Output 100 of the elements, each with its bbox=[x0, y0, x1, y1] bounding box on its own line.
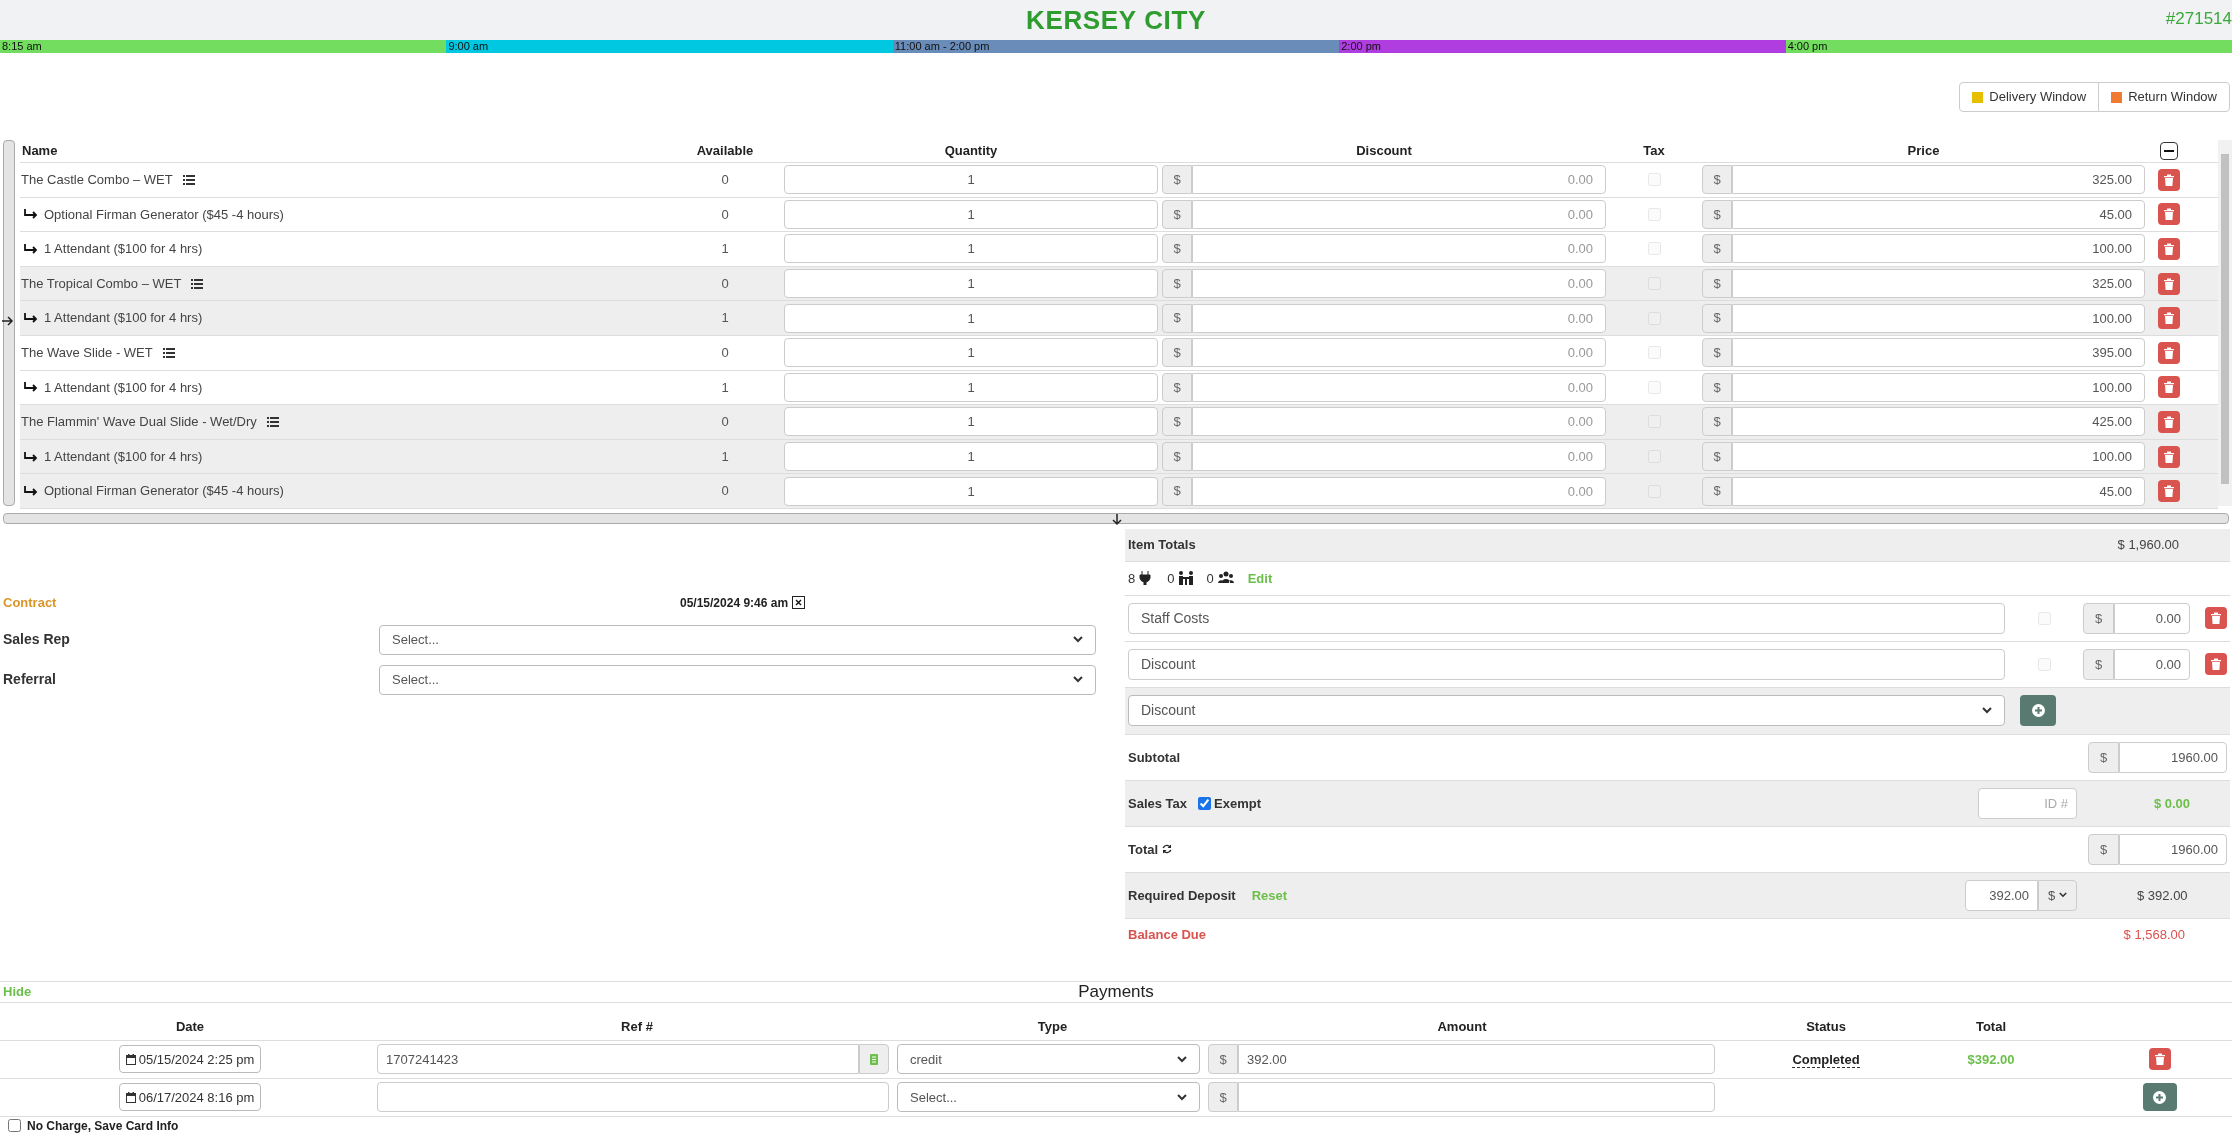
list-icon bbox=[162, 347, 175, 358]
order-number: #271514 bbox=[2165, 8, 2232, 30]
trash-icon bbox=[2164, 277, 2174, 290]
column-header: Amount bbox=[1436, 1017, 1488, 1036]
window-button[interactable]: Return Window bbox=[2098, 82, 2230, 112]
item-name: 1 Attendant ($100 for 4 hrs) bbox=[44, 447, 203, 466]
price-field[interactable]: 100.00 bbox=[1732, 234, 2145, 264]
amount-field[interactable]: 1960.00 bbox=[2119, 741, 2227, 773]
currency-addon: $ bbox=[1702, 338, 1732, 368]
trash-icon bbox=[2164, 312, 2174, 325]
close-button[interactable] bbox=[792, 596, 806, 610]
price-field[interactable]: 395.00 bbox=[1732, 338, 2145, 368]
currency-addon: $ bbox=[2088, 741, 2119, 773]
available-count: 0 bbox=[720, 413, 730, 432]
select-field[interactable]: Select... bbox=[379, 624, 1096, 655]
price-field[interactable]: 100.00 bbox=[1732, 303, 2145, 333]
price-field[interactable]: 325.00 bbox=[1732, 269, 2145, 299]
checkbox[interactable] bbox=[8, 1119, 21, 1133]
delete-button[interactable] bbox=[2158, 272, 2180, 295]
ref-field[interactable]: 1707241423 bbox=[377, 1044, 859, 1075]
fee-name-field[interactable]: Discount bbox=[1128, 648, 2005, 680]
arrow-down-icon bbox=[1112, 513, 1122, 526]
fee-type-select[interactable]: Discount bbox=[1128, 695, 2005, 727]
window-button[interactable]: Delivery Window bbox=[1959, 82, 2100, 112]
quantity-field[interactable]: 1 bbox=[784, 338, 1158, 368]
checkbox[interactable] bbox=[1198, 796, 1212, 810]
delete-button[interactable] bbox=[2148, 1048, 2171, 1071]
delete-button[interactable] bbox=[2158, 168, 2180, 191]
timeline-segment: 2:00 pm bbox=[1339, 40, 1786, 53]
available-count: 0 bbox=[720, 205, 730, 224]
delete-button[interactable] bbox=[2158, 376, 2180, 399]
delete-button[interactable] bbox=[2158, 480, 2180, 503]
date-field[interactable]: 05/15/2024 2:25 pm bbox=[118, 1045, 262, 1074]
price-field[interactable]: 425.00 bbox=[1732, 407, 2145, 437]
quantity-field[interactable]: 1 bbox=[784, 303, 1158, 333]
type-select[interactable]: credit bbox=[897, 1044, 1200, 1075]
collapse-button[interactable] bbox=[2160, 142, 2178, 160]
quantity-field[interactable]: 1 bbox=[784, 165, 1158, 195]
trash-icon bbox=[2164, 243, 2174, 255]
currency-addon: $ bbox=[1162, 476, 1192, 506]
item-name: Optional Firman Generator ($45 -4 hours) bbox=[44, 482, 284, 501]
delete-button[interactable] bbox=[2158, 410, 2180, 433]
row-label: Sales Tax bbox=[1128, 794, 1188, 813]
payment-status: Completed bbox=[1792, 1051, 1860, 1068]
amount-field[interactable]: 392.00 bbox=[1238, 1044, 1715, 1075]
fee-amount-field[interactable]: 0.00 bbox=[2114, 602, 2190, 634]
delete-button[interactable] bbox=[2205, 653, 2227, 676]
date-field[interactable]: 06/17/2024 8:16 pm bbox=[118, 1083, 262, 1112]
refresh-icon bbox=[1162, 844, 1173, 855]
select-field[interactable]: Select... bbox=[379, 664, 1096, 695]
delete-button[interactable] bbox=[2158, 307, 2180, 330]
delete-button[interactable] bbox=[2158, 203, 2180, 226]
price-field[interactable]: 45.00 bbox=[1732, 476, 2145, 506]
currency-addon: $ bbox=[1702, 407, 1732, 437]
type-select[interactable]: Select... bbox=[897, 1082, 1200, 1113]
fee-amount-field[interactable]: 0.00 bbox=[2114, 648, 2190, 680]
delete-button[interactable] bbox=[2205, 607, 2227, 630]
quantity-field[interactable]: 1 bbox=[784, 372, 1158, 402]
column-header: Date bbox=[174, 1017, 206, 1036]
quantity-field[interactable]: 1 bbox=[784, 234, 1158, 264]
contract-date: 05/15/2024 9:46 am bbox=[680, 594, 789, 612]
price-field[interactable]: 325.00 bbox=[1732, 165, 2145, 195]
list-icon bbox=[182, 174, 195, 185]
price-field[interactable]: 45.00 bbox=[1732, 199, 2145, 229]
delete-button[interactable] bbox=[2158, 238, 2180, 260]
currency-addon: $ bbox=[1208, 1082, 1238, 1113]
quantity-field[interactable]: 1 bbox=[784, 199, 1158, 229]
receipt-button[interactable] bbox=[859, 1044, 889, 1075]
field-label: Sales Rep bbox=[2, 630, 71, 650]
quantity-field[interactable]: 1 bbox=[784, 269, 1158, 299]
chevron-down-icon bbox=[1982, 707, 1992, 715]
tax-amount: $ 0.00 bbox=[2152, 794, 2192, 813]
trash-icon bbox=[2154, 1053, 2165, 1066]
field-label: Referral bbox=[2, 670, 57, 690]
currency-addon: $ bbox=[1702, 476, 1732, 506]
add-button[interactable] bbox=[2142, 1083, 2177, 1112]
quantity-field[interactable]: 1 bbox=[784, 407, 1158, 437]
item-name: The Wave Slide - WET bbox=[21, 344, 153, 362]
unit-select[interactable]: $ bbox=[2038, 879, 2077, 911]
tax-id-field[interactable]: ID # bbox=[1978, 787, 2077, 819]
quantity-field[interactable]: 1 bbox=[784, 476, 1158, 506]
deposit-field[interactable]: 392.00 bbox=[1965, 879, 2038, 911]
amount-field[interactable]: 1960.00 bbox=[2119, 833, 2227, 865]
fee-name-field[interactable]: Staff Costs bbox=[1128, 602, 2005, 634]
price-field[interactable]: 100.00 bbox=[1732, 372, 2145, 402]
checkbox-label: Exempt bbox=[1214, 794, 1261, 813]
currency-addon: $ bbox=[1702, 269, 1732, 299]
plus-circle-icon bbox=[2031, 704, 2045, 718]
trash-icon bbox=[2164, 346, 2174, 359]
item-name: The Castle Combo – WET bbox=[21, 171, 173, 190]
delete-button[interactable] bbox=[2158, 445, 2180, 468]
calendar-icon bbox=[125, 1053, 136, 1065]
return-arrow-icon bbox=[24, 313, 38, 324]
count-value: 0 bbox=[1206, 569, 1214, 588]
price-field[interactable]: 100.00 bbox=[1732, 442, 2145, 472]
currency-addon: $ bbox=[1702, 372, 1732, 402]
quantity-field[interactable]: 1 bbox=[784, 442, 1158, 472]
delete-button[interactable] bbox=[2158, 341, 2180, 364]
column-header: Price bbox=[1906, 142, 1941, 161]
add-button[interactable] bbox=[2020, 695, 2056, 727]
